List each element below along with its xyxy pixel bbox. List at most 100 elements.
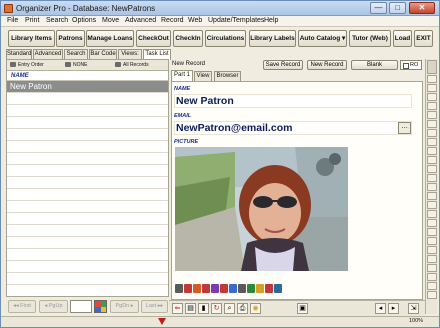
next-record-icon[interactable]: ▸: [388, 303, 399, 314]
tab-browser[interactable]: Browser: [214, 71, 241, 81]
save-record-button[interactable]: Save Record: [263, 60, 303, 70]
tab-advanced[interactable]: Advanced: [33, 49, 63, 59]
index-item[interactable]: [427, 228, 437, 236]
export-record-icon[interactable]: ⇲: [408, 303, 419, 314]
menu-web[interactable]: Web: [188, 17, 202, 24]
exit-button[interactable]: EXIT: [414, 30, 433, 47]
minimize-button[interactable]: —: [370, 2, 387, 14]
index-item[interactable]: [427, 147, 437, 155]
rotate-icon[interactable]: [220, 284, 228, 293]
delete-image-icon[interactable]: [265, 284, 273, 293]
read-only-checkbox[interactable]: RO: [400, 60, 422, 70]
refresh-icon[interactable]: ↻: [211, 303, 222, 314]
index-item[interactable]: [427, 156, 437, 164]
attachment-icon[interactable]: ▣: [297, 303, 308, 314]
circulations-button[interactable]: Circulations: [205, 30, 246, 47]
tab-views[interactable]: Views:: [118, 49, 142, 59]
tab-bar-code[interactable]: Bar Code: [89, 49, 117, 59]
checkout-button[interactable]: CheckOut: [136, 30, 171, 47]
trash-icon[interactable]: ▮: [198, 303, 209, 314]
index-item[interactable]: [427, 264, 437, 272]
export-icon[interactable]: [193, 284, 201, 293]
sort-all-records[interactable]: All Records: [115, 62, 149, 68]
index-item[interactable]: [427, 138, 437, 146]
menu-advanced[interactable]: Advanced: [125, 17, 156, 24]
index-item[interactable]: [427, 246, 437, 254]
index-item[interactable]: [427, 111, 437, 119]
index-item[interactable]: [427, 93, 437, 101]
zoom-icon[interactable]: [274, 284, 282, 293]
index-item[interactable]: [427, 201, 437, 209]
new-record-button[interactable]: New Record: [307, 60, 347, 70]
auto-catalog-button[interactable]: Auto Catalog ▾: [298, 30, 347, 47]
scan-icon[interactable]: [211, 284, 219, 293]
camera-icon[interactable]: [175, 284, 183, 293]
library-labels-button[interactable]: Library Labels: [249, 30, 296, 47]
index-item[interactable]: [427, 273, 437, 281]
list-item[interactable]: New Patron: [7, 81, 168, 93]
tutor-web-button[interactable]: Tutor (Web): [349, 30, 391, 47]
patron-photo[interactable]: [175, 147, 348, 271]
filter-image-icon[interactable]: [256, 284, 264, 293]
email-more-button[interactable]: …: [398, 122, 411, 134]
tip-icon[interactable]: ◉: [250, 303, 261, 314]
index-item[interactable]: [427, 282, 437, 290]
sort-none[interactable]: NONE: [65, 62, 87, 68]
menu-record[interactable]: Record: [161, 17, 184, 24]
tab-search[interactable]: Search: [64, 49, 88, 59]
close-button[interactable]: ✕: [409, 2, 435, 14]
pgup-button[interactable]: ◂ PgUp: [39, 300, 68, 313]
sort-entry-order[interactable]: Entry Order: [10, 62, 44, 68]
grid-view-icon[interactable]: [94, 300, 107, 313]
index-item[interactable]: [427, 102, 437, 110]
index-item[interactable]: [427, 192, 437, 200]
previous-record-icon[interactable]: ◂: [375, 303, 386, 314]
menu-move[interactable]: Move: [102, 17, 119, 24]
find-icon[interactable]: ⌕: [224, 303, 235, 314]
pgdn-button[interactable]: PgDn ▸: [110, 300, 139, 313]
menu-options[interactable]: Options: [72, 17, 96, 24]
menu-file[interactable]: File: [7, 17, 18, 24]
name-field[interactable]: New Patron: [174, 94, 412, 108]
index-item[interactable]: [427, 255, 437, 263]
index-item[interactable]: [427, 291, 437, 299]
index-item[interactable]: [427, 84, 437, 92]
maximize-button[interactable]: □: [389, 2, 406, 14]
menu-print[interactable]: Print: [25, 17, 39, 24]
print-icon[interactable]: [238, 284, 246, 293]
load-button[interactable]: Load: [393, 30, 412, 47]
print-record-icon[interactable]: ⎙: [237, 303, 248, 314]
paste-icon[interactable]: [202, 284, 210, 293]
manage-loans-button[interactable]: Manage Loans: [86, 30, 134, 47]
import-icon[interactable]: [184, 284, 192, 293]
menu-update-templates[interactable]: Update/Templates: [208, 17, 264, 24]
patrons-button[interactable]: Patrons: [56, 30, 85, 47]
index-item[interactable]: [427, 237, 437, 245]
index-item[interactable]: [427, 174, 437, 182]
last-button[interactable]: Last ▸▸: [141, 300, 168, 313]
copy-icon[interactable]: ▤: [185, 303, 196, 314]
name-column-header[interactable]: NAME: [7, 71, 168, 81]
index-item[interactable]: [427, 165, 437, 173]
index-top-button[interactable]: [427, 60, 437, 74]
checkin-button[interactable]: CheckIn: [173, 30, 203, 47]
record-number-field[interactable]: [70, 300, 92, 313]
index-item[interactable]: [427, 183, 437, 191]
tab-view[interactable]: View: [194, 71, 212, 81]
blank-button[interactable]: Blank: [351, 60, 398, 70]
index-item[interactable]: [427, 120, 437, 128]
back-arrow-icon[interactable]: ⇐: [172, 303, 183, 314]
menu-help[interactable]: Help: [264, 17, 278, 24]
resize-icon[interactable]: [229, 284, 237, 293]
library-items-button[interactable]: Library Items: [8, 30, 55, 47]
index-item[interactable]: [427, 129, 437, 137]
tab-standard[interactable]: Standard: [6, 49, 32, 59]
email-field[interactable]: NewPatron@email.com: [174, 121, 412, 135]
edit-icon[interactable]: [247, 284, 255, 293]
menu-search[interactable]: Search: [46, 17, 68, 24]
index-item[interactable]: [427, 75, 437, 83]
index-item[interactable]: [427, 210, 437, 218]
first-button[interactable]: ◂◂ First: [8, 300, 36, 313]
tab-part-1[interactable]: Part 1: [171, 70, 193, 81]
index-item[interactable]: [427, 219, 437, 227]
